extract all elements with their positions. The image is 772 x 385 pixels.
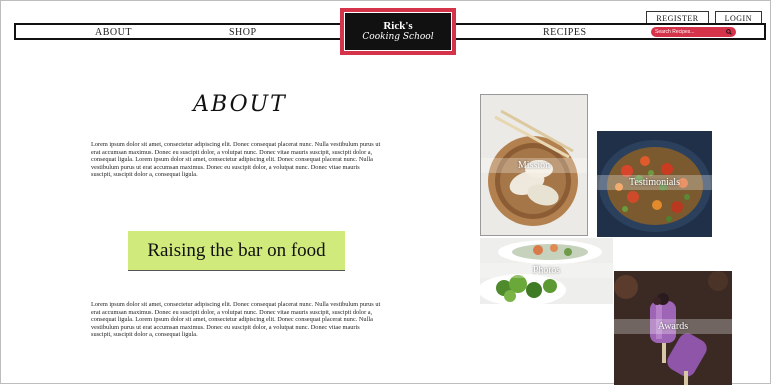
nav-recipes[interactable]: RECIPES bbox=[543, 27, 587, 38]
logo[interactable]: Rick's Cooking School bbox=[340, 8, 456, 55]
tile-photos-label: Photos bbox=[480, 263, 613, 278]
logo-subtitle: Cooking School bbox=[362, 32, 434, 42]
tagline-banner: Raising the bar on food bbox=[128, 231, 345, 271]
logo-badge: Rick's Cooking School bbox=[344, 12, 452, 51]
search-input[interactable] bbox=[655, 28, 717, 36]
tile-photos[interactable]: Photos bbox=[480, 238, 613, 304]
search-icon[interactable] bbox=[726, 29, 732, 35]
page-title: ABOUT bbox=[193, 92, 287, 117]
logo-title: Rick's bbox=[383, 20, 413, 32]
tile-testimonials[interactable]: Testimonials bbox=[597, 131, 712, 237]
nav-about[interactable]: ABOUT bbox=[95, 27, 132, 38]
tile-awards-label: Awards bbox=[614, 319, 732, 334]
about-paragraph: Lorem ipsum dolor sit amet, consectetur … bbox=[91, 141, 381, 179]
about-paragraph-2: Lorem ipsum dolor sit amet, consectetur … bbox=[91, 301, 381, 339]
tile-testimonials-label: Testimonials bbox=[597, 175, 712, 190]
tile-awards[interactable]: Awards bbox=[614, 271, 732, 385]
search-box[interactable] bbox=[651, 27, 736, 37]
tile-mission[interactable]: Mission bbox=[480, 94, 588, 236]
tile-mission-label: Mission bbox=[481, 158, 587, 173]
nav-shop[interactable]: SHOP bbox=[229, 27, 257, 38]
